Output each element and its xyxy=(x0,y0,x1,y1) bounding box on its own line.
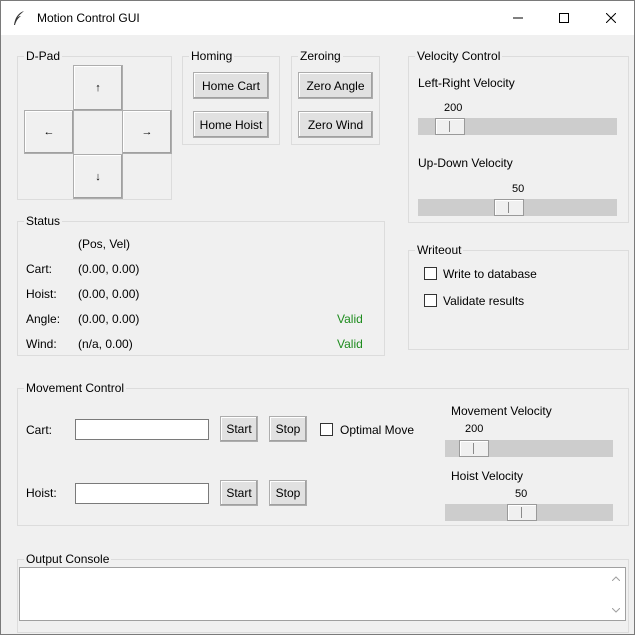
cart-position-input[interactable] xyxy=(75,419,209,440)
movement-cart-label: Cart: xyxy=(26,423,53,437)
scroll-up-icon[interactable] xyxy=(609,572,623,584)
status-wind-label: Wind: xyxy=(26,337,57,351)
status-wind-valid: Valid xyxy=(337,337,363,351)
status-cart-label: Cart: xyxy=(26,262,53,276)
hoist-velocity-thumb[interactable] xyxy=(507,504,537,521)
hoist-stop-button[interactable]: Stop xyxy=(269,480,307,506)
writeout-label: Writeout xyxy=(415,243,464,257)
hoist-velocity-value: 50 xyxy=(515,488,528,500)
maximize-icon xyxy=(559,13,569,23)
status-angle-label: Angle: xyxy=(26,312,61,326)
output-console-label: Output Console xyxy=(24,552,112,566)
scroll-down-icon[interactable] xyxy=(609,604,623,616)
dpad-down-button[interactable]: ↓ xyxy=(73,154,123,199)
close-button[interactable] xyxy=(588,1,634,35)
velocity-control-label: Velocity Control xyxy=(415,49,503,63)
close-icon xyxy=(606,13,616,23)
hoist-start-button[interactable]: Start xyxy=(220,480,258,506)
up-down-velocity-value: 50 xyxy=(512,183,525,195)
validate-results-label[interactable]: Validate results xyxy=(443,294,524,308)
cart-stop-button[interactable]: Stop xyxy=(269,416,307,442)
home-cart-button[interactable]: Home Cart xyxy=(193,72,269,99)
up-down-velocity-thumb[interactable] xyxy=(494,199,524,216)
movement-velocity-label: Movement Velocity xyxy=(451,404,552,418)
up-down-velocity-label: Up-Down Velocity xyxy=(418,156,513,170)
movement-velocity-thumb[interactable] xyxy=(459,440,489,457)
movement-control-label: Movement Control xyxy=(24,381,127,395)
status-group: Status xyxy=(17,214,385,356)
validate-results-checkbox[interactable] xyxy=(424,294,437,307)
movement-velocity-value: 200 xyxy=(465,423,484,435)
zero-angle-button[interactable]: Zero Angle xyxy=(298,72,373,99)
hoist-position-input[interactable] xyxy=(75,483,209,504)
left-right-velocity-thumb[interactable] xyxy=(435,118,465,135)
homing-label: Homing xyxy=(189,49,235,63)
title-bar[interactable]: Motion Control GUI xyxy=(1,1,634,35)
left-right-velocity-label: Left-Right Velocity xyxy=(418,76,515,90)
hoist-velocity-label: Hoist Velocity xyxy=(451,469,524,483)
window-title: Motion Control GUI xyxy=(37,11,140,25)
zero-wind-button[interactable]: Zero Wind xyxy=(298,111,373,138)
minimize-button[interactable] xyxy=(495,1,541,35)
status-cart-value: (0.00, 0.00) xyxy=(78,262,140,276)
maximize-button[interactable] xyxy=(541,1,587,35)
movement-hoist-label: Hoist: xyxy=(26,486,57,500)
optimal-move-checkbox[interactable] xyxy=(320,423,333,436)
left-right-velocity-value: 200 xyxy=(444,102,463,114)
status-hoist-label: Hoist: xyxy=(26,287,57,301)
dpad-label: D-Pad xyxy=(24,49,63,63)
status-hoist-value: (0.00, 0.00) xyxy=(78,287,140,301)
optimal-move-label[interactable]: Optimal Move xyxy=(340,423,414,437)
status-header: (Pos, Vel) xyxy=(78,237,131,251)
up-down-velocity-slider[interactable] xyxy=(418,199,617,216)
dpad-left-button[interactable]: ← xyxy=(24,110,74,154)
status-wind-value: (n/a, 0.00) xyxy=(78,337,133,351)
feather-icon xyxy=(12,10,26,26)
movement-velocity-slider[interactable] xyxy=(445,440,613,457)
left-right-velocity-slider[interactable] xyxy=(418,118,617,135)
home-hoist-button[interactable]: Home Hoist xyxy=(193,111,269,138)
write-to-database-checkbox[interactable] xyxy=(424,267,437,280)
cart-start-button[interactable]: Start xyxy=(220,416,258,442)
hoist-velocity-slider[interactable] xyxy=(445,504,613,521)
zeroing-label: Zeroing xyxy=(298,49,343,63)
status-angle-valid: Valid xyxy=(337,312,363,326)
minimize-icon xyxy=(513,17,523,19)
status-angle-value: (0.00, 0.00) xyxy=(78,312,140,326)
status-label: Status xyxy=(24,214,63,228)
main-window: Motion Control GUI D-Pad ↑ ← → ↓ Homing … xyxy=(0,0,635,635)
dpad-up-button[interactable]: ↑ xyxy=(73,65,123,111)
dpad-right-button[interactable]: → xyxy=(122,110,172,154)
output-console-text[interactable] xyxy=(19,567,626,621)
write-to-database-label[interactable]: Write to database xyxy=(443,267,537,281)
